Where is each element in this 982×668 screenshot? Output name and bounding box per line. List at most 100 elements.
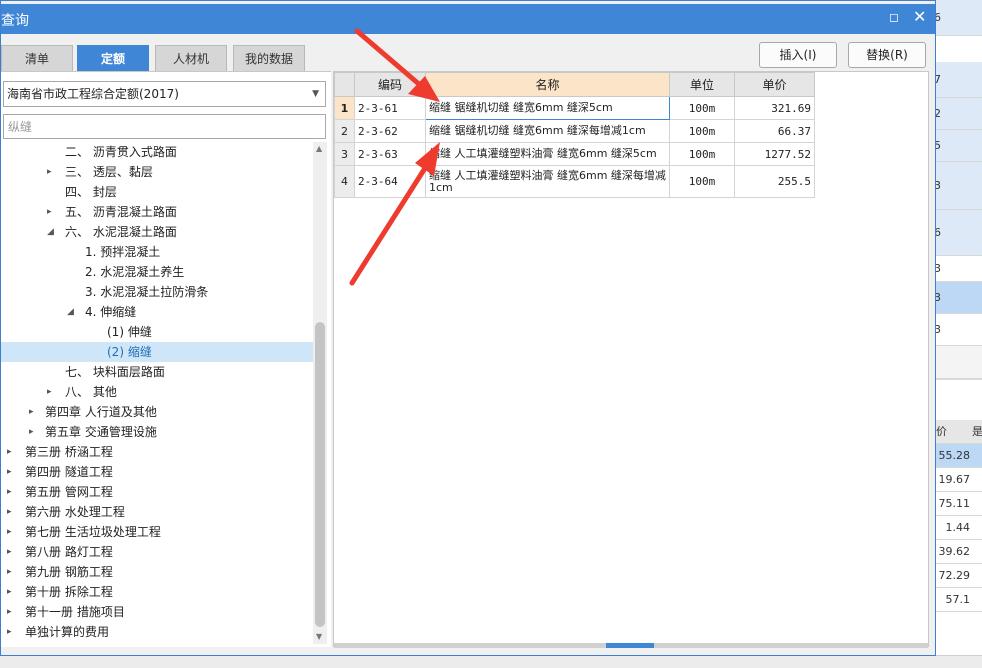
code-cell[interactable]: 2-3-64 [354,165,426,198]
tree-item[interactable]: ▸ 第十一册 措施项目 [1,602,313,622]
tree-item[interactable]: ▸ 第五册 管网工程 [1,482,313,502]
tree-scrollbar[interactable]: ▲ ▼ [313,142,327,644]
name-cell[interactable]: 缩缝 锯缝机切缝 缝宽6mm 缝深5cm [425,96,670,120]
expand-icon[interactable]: ▸ [7,482,12,502]
expand-icon[interactable]: ▸ [7,582,12,602]
unit-cell[interactable]: 100m [669,119,735,143]
table-row[interactable]: 4 2-3-64 缩缝 人工填灌缝塑料油膏 缝宽6mm 缝深每增减1cm 100m 25… [334,165,815,198]
row-number-cell[interactable]: 2 [334,119,355,143]
bg-cell: 72.29 [930,564,982,588]
expand-icon[interactable]: ▸ [7,442,12,462]
tree-item[interactable]: ◢ 六、 水泥混凝土路面 [1,222,313,242]
replace-button[interactable]: 替换(R) [848,42,926,68]
tree-item[interactable]: (1) 伸缝 [1,322,313,342]
tree-item[interactable]: (2) 缩缝 [1,342,313,362]
expand-icon[interactable]: ▸ [47,202,52,222]
tree-item[interactable]: ▸ 第八册 路灯工程 [1,542,313,562]
search-input[interactable] [3,114,326,139]
expand-icon[interactable]: ▸ [29,402,34,422]
code-cell[interactable]: 2-3-62 [354,119,426,143]
row-number-cell[interactable]: 1 [334,96,355,120]
expand-icon[interactable]: ▸ [7,502,12,522]
price-cell[interactable]: 66.37 [734,119,815,143]
expand-icon[interactable]: ▸ [7,542,12,562]
tree-item[interactable]: ▸ 单独计算的费用 [1,622,313,642]
tree-item[interactable]: 四、 封层 [1,182,313,202]
name-column-header[interactable]: 名称 [425,72,670,97]
tree-item-label: 第八册 路灯工程 [25,545,113,559]
tree-item[interactable]: ▸ 五、 沥青混凝土路面 [1,202,313,222]
close-icon[interactable]: ✕ [913,7,926,26]
code-cell[interactable]: 2-3-61 [354,96,426,120]
title-bar[interactable]: 查询 ◻ ✕ [1,4,935,34]
insert-button[interactable]: 插入(I) [759,42,837,68]
unit-cell[interactable]: 100m [669,96,735,120]
scroll-down-icon[interactable]: ▼ [316,632,322,641]
scroll-up-icon[interactable]: ▲ [316,144,322,153]
row-number-cell[interactable]: 3 [334,142,355,166]
tree-item[interactable]: 2. 水泥混凝土养生 [1,262,313,282]
row-number-header [334,72,355,97]
row-number-cell[interactable]: 4 [334,165,355,198]
tree-item[interactable]: ▸ 第四章 人行道及其他 [1,402,313,422]
table-header-row: 编码 名称 单位 单价 [334,72,815,97]
tree-item[interactable]: 七、 块料面层路面 [1,362,313,382]
table-row[interactable]: 1 2-3-61 缩缝 锯缝机切缝 缝宽6mm 缝深5cm 100m 321.69 [334,96,815,120]
expand-icon[interactable]: ▸ [7,562,12,582]
tree-item-label: 第九册 钢筋工程 [25,565,113,579]
expand-icon[interactable]: ▸ [47,162,52,182]
price-cell[interactable]: 321.69 [734,96,815,120]
tree-item[interactable]: 1. 预拌混凝土 [1,242,313,262]
horizontal-splitter[interactable] [334,643,928,648]
tab-quota[interactable]: 定额 [77,45,149,71]
tab-bill[interactable]: 清单 [1,45,73,71]
unit-cell[interactable]: 100m [669,165,735,198]
scrollbar-thumb[interactable] [315,322,325,627]
name-cell[interactable]: 缩缝 锯缝机切缝 缝宽6mm 缝深每增减1cm [425,119,670,143]
tab-my-data[interactable]: 我的数据 [233,45,305,71]
tree-item[interactable]: ▸ 三、 透层、黏层 [1,162,313,182]
bg-cell: 19.67 [930,468,982,492]
tree-item-label: 第三册 桥涵工程 [25,445,113,459]
bg-cell: 6 [930,210,982,256]
tab-materials[interactable]: 人材机 [155,45,227,71]
tree-item[interactable]: ▸ 第四册 隧道工程 [1,462,313,482]
quota-library-select[interactable]: 海南省市政工程综合定额(2017) ▼ [3,81,326,107]
table-row[interactable]: 3 2-3-63 缩缝 人工填灌缝塑料油膏 缝宽6mm 缝深5cm 100m 1277.… [334,142,815,166]
price-cell[interactable]: 255.5 [734,165,815,198]
table-row[interactable]: 2 2-3-62 缩缝 锯缝机切缝 缝宽6mm 缝深每增减1cm 100m 66.37 [334,119,815,143]
results-table: 编码 名称 单位 单价 1 2-3-61 缩缝 锯缝机切缝 缝宽6mm 缝深5cm 1… [334,72,815,198]
code-cell[interactable]: 2-3-63 [354,142,426,166]
tree-item[interactable]: 二、 沥青贯入式路面 [1,142,313,162]
name-cell[interactable]: 缩缝 人工填灌缝塑料油膏 缝宽6mm 缝深5cm [425,142,670,166]
expand-icon[interactable]: ▸ [47,382,52,402]
tree-item[interactable]: ▸ 第六册 水处理工程 [1,502,313,522]
tree-item[interactable]: ▸ 第十册 拆除工程 [1,582,313,602]
tree-item[interactable]: ◢ 4. 伸缩缝 [1,302,313,322]
expand-icon[interactable]: ▸ [7,602,12,622]
chevron-down-icon[interactable]: ▼ [312,82,319,106]
price-cell[interactable]: 1277.52 [734,142,815,166]
tree-item[interactable]: ▸ 八、 其他 [1,382,313,402]
splitter-handle[interactable] [606,643,654,648]
status-strip [0,655,982,668]
tree-item[interactable]: ▸ 第五章 交通管理设施 [1,422,313,442]
maximize-icon[interactable]: ◻ [889,10,899,24]
name-cell[interactable]: 缩缝 人工填灌缝塑料油膏 缝宽6mm 缝深每增减1cm [425,165,670,198]
expand-icon[interactable]: ▸ [7,522,12,542]
tree-item[interactable]: 3. 水泥混凝土拉防滑条 [1,282,313,302]
expand-icon[interactable]: ▸ [29,422,34,442]
code-column-header[interactable]: 编码 [354,72,426,97]
tree-item[interactable]: ▸ 第七册 生活垃圾处理工程 [1,522,313,542]
tree-item-label: 2. 水泥混凝土养生 [85,265,185,279]
unit-cell[interactable]: 100m [669,142,735,166]
unit-column-header[interactable]: 单位 [669,72,735,97]
tree-item-label: (1) 伸缝 [107,325,152,339]
price-column-header[interactable]: 单价 [734,72,815,97]
collapse-icon[interactable]: ◢ [67,302,74,322]
expand-icon[interactable]: ▸ [7,462,12,482]
tree-item[interactable]: ▸ 第三册 桥涵工程 [1,442,313,462]
tree-item[interactable]: ▸ 第九册 钢筋工程 [1,562,313,582]
expand-icon[interactable]: ▸ [7,622,12,642]
collapse-icon[interactable]: ◢ [47,222,54,242]
